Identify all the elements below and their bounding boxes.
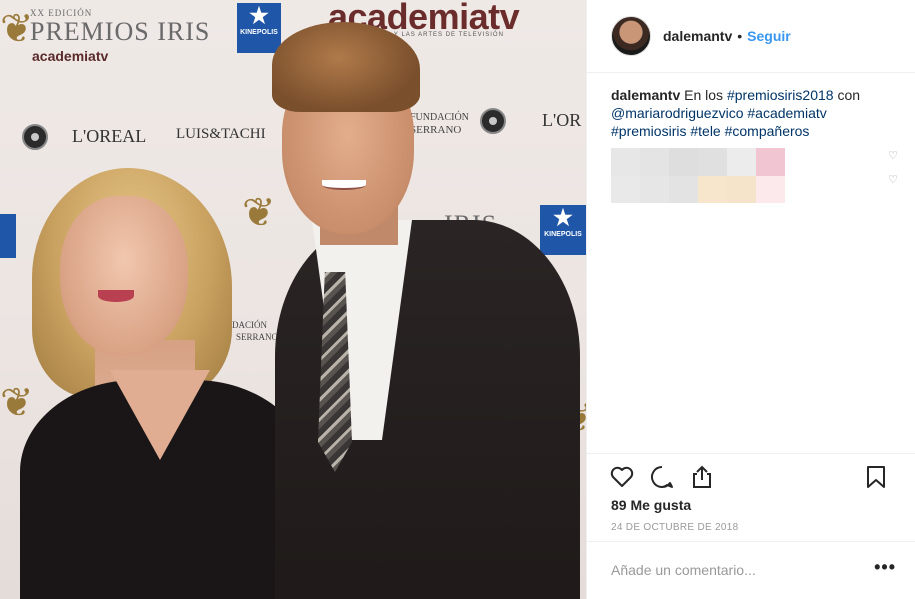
post-sidebar: dalemantv • Seguir dalemantv En los #pre… [586,0,915,599]
avatar[interactable] [611,16,651,56]
mention-mariarodriguezvico[interactable]: @mariarodriguezvico [611,105,743,121]
comment-like-heart-icon[interactable]: ♡ [887,174,899,186]
kinepolis-label: KINEPOLIS [240,29,278,36]
hashtag-academiatv[interactable]: #academiatv [747,105,826,121]
action-bar [587,453,915,499]
blurred-comment-block [669,175,698,203]
hashtag-premiosiris2018[interactable]: #premiosiris2018 [727,87,834,103]
backdrop-academia-small: academiatv [32,48,109,64]
woman-neckline [110,370,210,460]
star-icon: ★ [553,205,573,230]
blurred-comment-block [698,175,727,203]
heart-icon[interactable] [609,464,635,490]
blurred-comment-block [640,175,669,203]
iris-trophy-logo-left: ❦ [0,380,34,426]
kinepolis-logo-right: ★ KINEPOLIS [540,205,586,255]
comment-like-heart-icon[interactable]: ♡ [887,150,899,162]
backdrop-serrano-mid: SERRANO [236,332,279,342]
comments-preview-blurred [611,148,785,203]
post-date[interactable]: 24 DE OCTUBRE DE 2018 [611,522,738,533]
kinepolis-logo-left [0,214,16,258]
post-header: dalemantv • Seguir [587,0,915,73]
blurred-comment-block [611,175,640,203]
header-separator: • [737,28,743,44]
backdrop-serrano-top: SERRANO [410,124,462,136]
alfa-romeo-logo [22,124,48,150]
add-comment-section: ••• [587,541,915,599]
blurred-comment-block [727,175,756,203]
comment-icon[interactable] [649,464,675,490]
blurred-comment-block [640,148,669,176]
woman-lips [98,290,134,302]
blurred-comment-block [727,148,756,176]
hashtag-premiosiris[interactable]: #premiosiris [611,123,686,139]
backdrop-fundacion-top: FUNDACIÓN [410,112,469,123]
kinepolis-label: KINEPOLIS [544,231,582,238]
man-smile [322,180,366,190]
caption-text-mid: con [837,87,861,103]
follow-button[interactable]: Seguir [747,28,791,44]
blurred-comment-block [611,148,640,176]
caption-text-before: En los [684,87,724,103]
backdrop-loreal-right: L'OR [542,110,582,130]
blurred-comment-block [669,148,698,176]
backdrop-loreal: L'OREAL [72,126,147,146]
kinepolis-logo: ★ KINEPOLIS [237,3,281,53]
header-username[interactable]: dalemantv [663,28,732,44]
likes-count[interactable]: 89 Me gusta [611,497,691,513]
instagram-post: XX EDICIÓN ❦ PREMIOS IRIS academiatv ★ K… [0,0,915,599]
caption: dalemantv En los #premiosiris2018 con @m… [611,86,881,140]
hashtag-companeros[interactable]: #compañeros [725,123,810,139]
man-hair [272,22,420,112]
blurred-comment-block [756,148,785,176]
post-photo[interactable]: XX EDICIÓN ❦ PREMIOS IRIS academiatv ★ K… [0,0,586,599]
backdrop-premios: PREMIOS IRIS [30,17,211,46]
alfa-romeo-logo-right [480,108,506,134]
iris-trophy-logo: ❦ [0,6,34,52]
star-icon: ★ [249,3,269,28]
share-icon[interactable] [689,464,715,490]
comment-input[interactable] [611,560,851,580]
blurred-comment-block [756,175,785,203]
woman-face [60,196,188,356]
caption-username[interactable]: dalemantv [611,87,680,103]
more-options-icon[interactable]: ••• [874,558,896,576]
iris-trophy-logo-mid: ❦ [242,190,276,236]
backdrop-luis-tachi: LUIS&TACHI [176,126,266,142]
hashtag-tele[interactable]: #tele [690,123,720,139]
bookmark-icon[interactable] [863,464,889,490]
blurred-comment-block [698,148,727,176]
